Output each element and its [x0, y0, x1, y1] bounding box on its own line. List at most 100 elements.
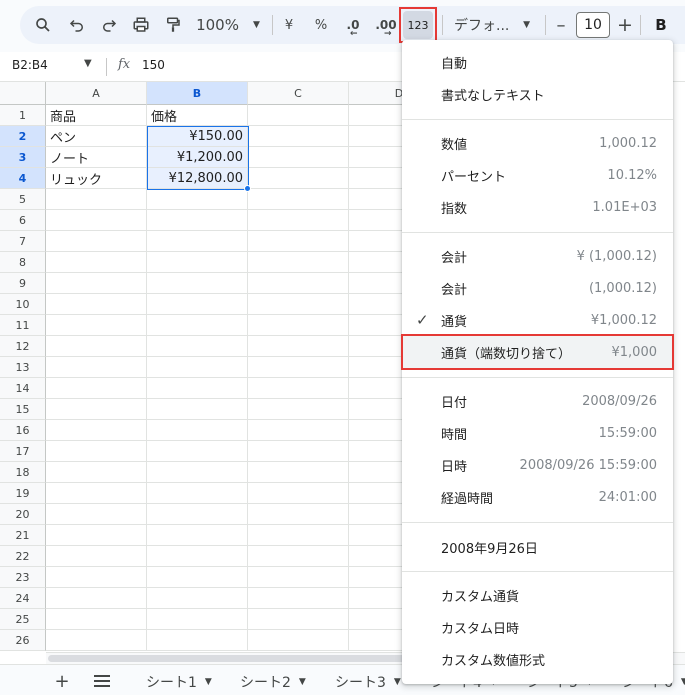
sheet-tab-2[interactable]: シート2 ▼: [240, 671, 306, 693]
cell-c4[interactable]: [248, 168, 349, 189]
cell-b21[interactable]: [147, 525, 248, 546]
cell-a4[interactable]: リュック: [46, 168, 147, 189]
cell-b20[interactable]: [147, 504, 248, 525]
cell-a11[interactable]: [46, 315, 147, 336]
cell-c2[interactable]: [248, 126, 349, 147]
font-size-decrease-button[interactable]: –: [552, 10, 570, 40]
cell-b14[interactable]: [147, 378, 248, 399]
cell-c20[interactable]: [248, 504, 349, 525]
cell-c15[interactable]: [248, 399, 349, 420]
cell-a17[interactable]: [46, 441, 147, 462]
menu-item-2-0[interactable]: 会計 ¥ (1,000.12): [402, 240, 673, 272]
cell-c11[interactable]: [248, 315, 349, 336]
cell-b12[interactable]: [147, 336, 248, 357]
row-header-19[interactable]: 19: [0, 483, 46, 504]
search-menus-button[interactable]: [30, 10, 56, 40]
cell-b10[interactable]: [147, 294, 248, 315]
caret-down-icon[interactable]: ▼: [394, 677, 401, 687]
cell-b19[interactable]: [147, 483, 248, 504]
cell-b23[interactable]: [147, 567, 248, 588]
cell-c14[interactable]: [248, 378, 349, 399]
cell-a6[interactable]: [46, 210, 147, 231]
font-select[interactable]: デフォ... ▼: [450, 10, 540, 40]
row-header-25[interactable]: 25: [0, 609, 46, 630]
cell-b25[interactable]: [147, 609, 248, 630]
redo-button[interactable]: [96, 10, 122, 40]
cell-c18[interactable]: [248, 462, 349, 483]
cell-b26[interactable]: [147, 630, 248, 651]
menu-item-1-0[interactable]: 数値 1,000.12: [402, 127, 673, 159]
currency-format-button[interactable]: ¥: [278, 10, 300, 40]
cell-a25[interactable]: [46, 609, 147, 630]
menu-item-3-1[interactable]: 時間 15:59:00: [402, 417, 673, 449]
name-box[interactable]: B2:B4: [12, 58, 48, 72]
cell-b6[interactable]: [147, 210, 248, 231]
cell-b17[interactable]: [147, 441, 248, 462]
fill-handle[interactable]: [244, 185, 251, 192]
menu-item-0-0[interactable]: 自動: [402, 46, 673, 78]
sheet-tab-3[interactable]: シート3 ▼: [335, 671, 401, 693]
cell-a18[interactable]: [46, 462, 147, 483]
percent-format-button[interactable]: %: [310, 10, 332, 40]
menu-item-2-1[interactable]: 会計 (1,000.12): [402, 272, 673, 304]
row-header-24[interactable]: 24: [0, 588, 46, 609]
menu-item-3-2[interactable]: 日時 2008/09/26 15:59:00: [402, 449, 673, 481]
cell-c7[interactable]: [248, 231, 349, 252]
cell-c9[interactable]: [248, 273, 349, 294]
cell-c16[interactable]: [248, 420, 349, 441]
row-header-17[interactable]: 17: [0, 441, 46, 462]
cell-c17[interactable]: [248, 441, 349, 462]
cell-c5[interactable]: [248, 189, 349, 210]
cell-b24[interactable]: [147, 588, 248, 609]
name-box-caret-icon[interactable]: ▼: [84, 58, 92, 69]
row-header-14[interactable]: 14: [0, 378, 46, 399]
column-header-a[interactable]: A: [46, 82, 147, 105]
cell-a26[interactable]: [46, 630, 147, 651]
caret-down-icon[interactable]: ▼: [205, 677, 212, 687]
row-header-1[interactable]: 1: [0, 105, 46, 126]
cell-a10[interactable]: [46, 294, 147, 315]
cell-c25[interactable]: [248, 609, 349, 630]
cell-c8[interactable]: [248, 252, 349, 273]
cell-a9[interactable]: [46, 273, 147, 294]
row-header-9[interactable]: 9: [0, 273, 46, 294]
menu-item-5-0[interactable]: カスタム通貨: [402, 579, 673, 611]
row-header-12[interactable]: 12: [0, 336, 46, 357]
cell-c13[interactable]: [248, 357, 349, 378]
menu-item-1-1[interactable]: パーセント 10.12%: [402, 159, 673, 191]
zoom-select[interactable]: 100% ▼: [193, 10, 263, 40]
select-all-corner[interactable]: [0, 82, 46, 105]
cell-c23[interactable]: [248, 567, 349, 588]
all-sheets-button[interactable]: [90, 669, 114, 693]
undo-button[interactable]: [64, 10, 90, 40]
menu-item-3-0[interactable]: 日付 2008/09/26: [402, 385, 673, 417]
cell-b7[interactable]: [147, 231, 248, 252]
cell-b13[interactable]: [147, 357, 248, 378]
decrease-decimal-button[interactable]: .0 ←: [340, 10, 366, 40]
cell-c19[interactable]: [248, 483, 349, 504]
row-header-15[interactable]: 15: [0, 399, 46, 420]
cell-a19[interactable]: [46, 483, 147, 504]
row-header-21[interactable]: 21: [0, 525, 46, 546]
row-header-20[interactable]: 20: [0, 504, 46, 525]
cell-b4[interactable]: ¥12,800.00: [147, 168, 248, 189]
row-header-3[interactable]: 3: [0, 147, 46, 168]
cell-a5[interactable]: [46, 189, 147, 210]
cell-b2[interactable]: ¥150.00: [147, 126, 248, 147]
row-header-6[interactable]: 6: [0, 210, 46, 231]
font-size-increase-button[interactable]: +: [615, 10, 635, 40]
cell-b22[interactable]: [147, 546, 248, 567]
paint-format-button[interactable]: [160, 10, 186, 40]
formula-input[interactable]: 150: [142, 58, 165, 72]
cell-a16[interactable]: [46, 420, 147, 441]
cell-b5[interactable]: [147, 189, 248, 210]
cell-a2[interactable]: ペン: [46, 126, 147, 147]
cell-c12[interactable]: [248, 336, 349, 357]
cell-c3[interactable]: [248, 147, 349, 168]
cell-c21[interactable]: [248, 525, 349, 546]
row-header-23[interactable]: 23: [0, 567, 46, 588]
cell-a24[interactable]: [46, 588, 147, 609]
row-header-11[interactable]: 11: [0, 315, 46, 336]
add-sheet-button[interactable]: +: [50, 669, 74, 693]
row-header-5[interactable]: 5: [0, 189, 46, 210]
